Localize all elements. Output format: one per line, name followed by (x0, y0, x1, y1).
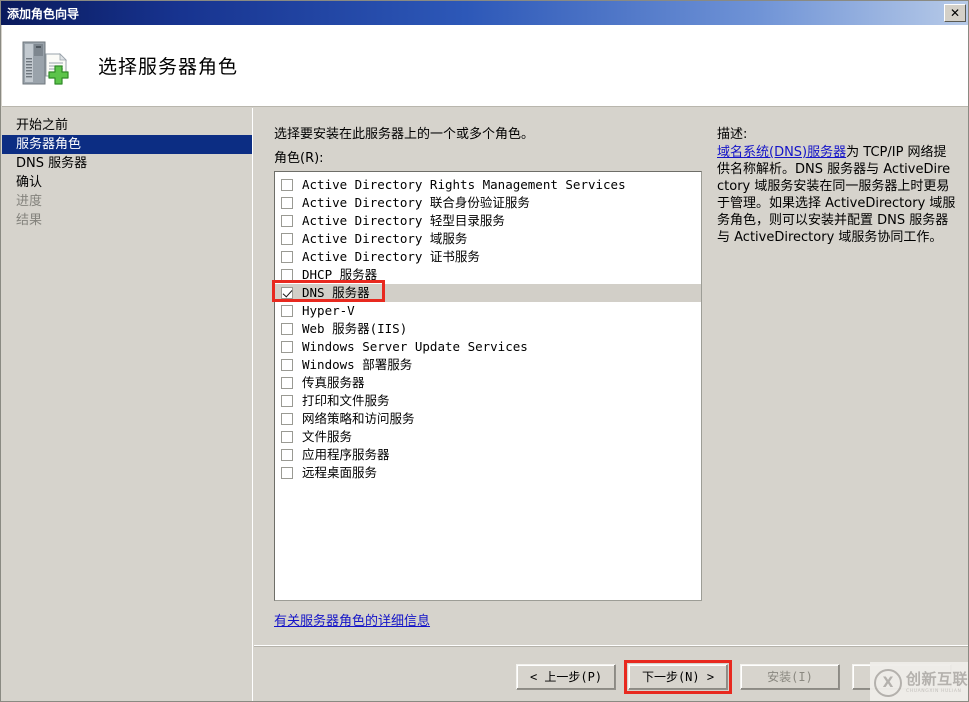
role-row[interactable]: 网络策略和访问服务 (275, 410, 701, 428)
roles-listbox[interactable]: Active Directory Rights Management Servi… (274, 171, 702, 601)
checkbox-checked-icon[interactable] (281, 287, 293, 299)
role-row[interactable]: 打印和文件服务 (275, 392, 701, 410)
role-row[interactable]: 应用程序服务器 (275, 446, 701, 464)
previous-button-wrapper: < 上一步(P) (516, 663, 616, 690)
main-content: 选择要安装在此服务器上的一个或多个角色。 角色(R): Active Direc… (254, 108, 968, 701)
role-label: 远程桌面服务 (302, 464, 378, 480)
sidebar-item[interactable]: 开始之前 (2, 116, 252, 135)
window-title: 添加角色向导 (7, 6, 80, 21)
role-label: Active Directory 联合身份验证服务 (302, 194, 530, 210)
role-label: DHCP 服务器 (302, 266, 378, 282)
roles-section: 选择要安装在此服务器上的一个或多个角色。 角色(R): Active Direc… (274, 123, 704, 629)
role-label: 应用程序服务器 (302, 446, 390, 462)
role-label: Active Directory 证书服务 (302, 248, 480, 264)
watermark-sub-text: CHUANGXIN HULIAN (906, 688, 962, 694)
sidebar-item[interactable]: DNS 服务器 (2, 154, 252, 173)
wizard-sidebar: 开始之前 服务器角色 DNS 服务器 确认 进度 结果 (2, 108, 253, 701)
role-label: 打印和文件服务 (302, 392, 390, 408)
description-title: 描述: (717, 127, 748, 142)
role-row[interactable]: 文件服务 (275, 428, 701, 446)
checkbox-icon[interactable] (281, 431, 293, 443)
role-label: Windows 部署服务 (302, 356, 413, 372)
role-row[interactable]: DHCP 服务器 (275, 266, 701, 284)
checkbox-icon[interactable] (281, 359, 293, 371)
next-button-wrapper: 下一步(N) > (624, 659, 732, 694)
add-roles-wizard-window: 添加角色向导 ✕ 选择服务器角色 开始之前 服务器角色 DNS 服务器 确认 进… (0, 0, 969, 702)
checkbox-icon[interactable] (281, 233, 293, 245)
watermark-text: 创新互联 CHUANGXIN HULIAN (906, 669, 969, 694)
sidebar-item[interactable]: 进度 (2, 192, 252, 211)
role-label: Active Directory 轻型目录服务 (302, 212, 505, 228)
role-row[interactable]: Active Directory 轻型目录服务 (275, 212, 701, 230)
sidebar-list: 开始之前 服务器角色 DNS 服务器 确认 进度 结果 (2, 116, 252, 230)
sidebar-item[interactable]: 服务器角色 (2, 135, 252, 154)
page-title: 选择服务器角色 (98, 56, 239, 78)
checkbox-icon[interactable] (281, 215, 293, 227)
description-link[interactable]: 域名系统(DNS)服务器 (717, 145, 846, 160)
watermark: 创新互联 CHUANGXIN HULIAN (870, 662, 969, 701)
more-info-link[interactable]: 有关服务器角色的详细信息 (274, 610, 430, 629)
install-button: 安装(I) (740, 663, 840, 690)
description-body: 域名系统(DNS)服务器为 TCP/IP 网络提供名称解析。DNS 服务器与 A… (717, 144, 957, 246)
role-row[interactable]: 远程桌面服务 (275, 464, 701, 482)
checkbox-icon[interactable] (281, 377, 293, 389)
role-row[interactable]: Web 服务器(IIS) (275, 320, 701, 338)
roles-label: 角色(R): (274, 151, 324, 166)
description-panel: 描述: 域名系统(DNS)服务器为 TCP/IP 网络提供名称解析。DNS 服务… (717, 123, 957, 246)
role-row[interactable]: Hyper-V (275, 302, 701, 320)
install-button-wrapper: 安装(I) (740, 663, 840, 690)
role-label: 文件服务 (302, 428, 353, 444)
footer-separator (254, 645, 968, 647)
close-icon[interactable]: ✕ (944, 4, 966, 22)
next-button[interactable]: 下一步(N) > (628, 663, 728, 690)
role-row[interactable]: Active Directory Rights Management Servi… (275, 176, 701, 194)
role-label: 网络策略和访问服务 (302, 410, 415, 426)
role-row[interactable]: Windows 部署服务 (275, 356, 701, 374)
checkbox-icon[interactable] (281, 269, 293, 281)
role-label: 传真服务器 (302, 374, 365, 390)
role-label: Web 服务器(IIS) (302, 320, 408, 336)
role-row[interactable]: Active Directory 域服务 (275, 230, 701, 248)
role-row[interactable]: Active Directory 联合身份验证服务 (275, 194, 701, 212)
checkbox-icon[interactable] (281, 449, 293, 461)
role-label: Active Directory Rights Management Servi… (302, 176, 626, 192)
role-row[interactable]: Active Directory 证书服务 (275, 248, 701, 266)
previous-button[interactable]: < 上一步(P) (516, 663, 616, 690)
wizard-header: 选择服务器角色 (2, 25, 968, 107)
watermark-main-text: 创新互联 (906, 669, 969, 688)
description-text: 为 TCP/IP 网络提供名称解析。DNS 服务器与 ActiveDirecto… (717, 145, 956, 245)
role-label: Active Directory 域服务 (302, 230, 468, 246)
role-label: Windows Server Update Services (302, 338, 528, 354)
checkbox-icon[interactable] (281, 467, 293, 479)
checkbox-icon[interactable] (281, 413, 293, 425)
server-add-icon (18, 38, 74, 94)
role-row[interactable]: DNS 服务器 (275, 284, 701, 302)
window-titlebar: 添加角色向导 ✕ (1, 1, 968, 25)
role-label: Hyper-V (302, 302, 355, 318)
checkbox-icon[interactable] (281, 323, 293, 335)
watermark-logo-icon (874, 668, 902, 697)
checkbox-icon[interactable] (281, 197, 293, 209)
checkbox-icon[interactable] (281, 179, 293, 191)
checkbox-icon[interactable] (281, 341, 293, 353)
role-row[interactable]: 传真服务器 (275, 374, 701, 392)
sidebar-item[interactable]: 结果 (2, 211, 252, 230)
checkbox-icon[interactable] (281, 395, 293, 407)
checkbox-icon[interactable] (281, 305, 293, 317)
role-label: DNS 服务器 (302, 284, 370, 300)
roles-list: Active Directory Rights Management Servi… (275, 176, 701, 482)
lead-text: 选择要安装在此服务器上的一个或多个角色。 (274, 127, 535, 142)
role-row[interactable]: Windows Server Update Services (275, 338, 701, 356)
wizard-footer: < 上一步(P) 下一步(N) > 安装(I) (254, 651, 968, 701)
sidebar-item[interactable]: 确认 (2, 173, 252, 192)
checkbox-icon[interactable] (281, 251, 293, 263)
